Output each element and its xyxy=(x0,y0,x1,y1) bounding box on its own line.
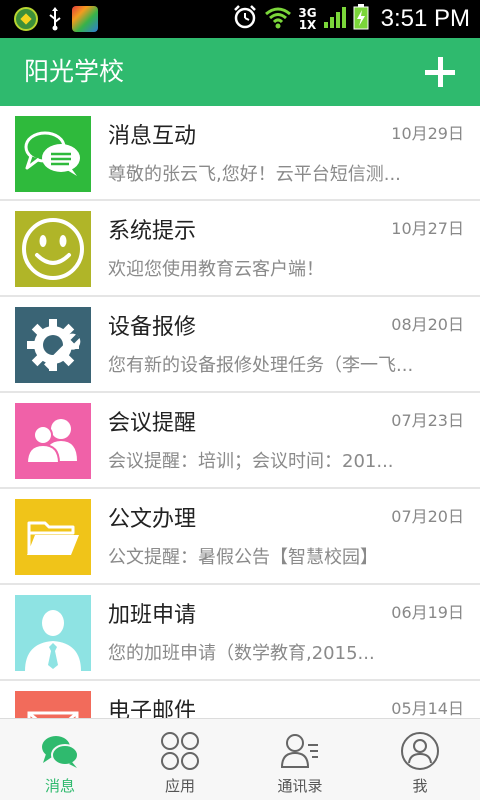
message-title: 设备报修 xyxy=(108,315,197,340)
chat-bubbles-icon xyxy=(15,116,91,192)
page-title: 阳光学校 xyxy=(24,57,125,86)
wifi-icon xyxy=(264,4,292,34)
message-item-meeting[interactable]: 会议提醒 07月23日 会议提醒：培训；会议时间：201... xyxy=(0,393,480,489)
tab-contacts[interactable]: 通讯录 xyxy=(240,719,360,800)
message-date: 06月19日 xyxy=(391,603,464,622)
message-item-repair[interactable]: 设备报修 08月20日 您有新的设备报修处理任务（李一飞... xyxy=(0,297,480,393)
battery-charging-icon xyxy=(353,4,369,34)
chat-icon xyxy=(40,731,80,771)
smiley-icon xyxy=(15,211,91,287)
message-item-system[interactable]: 系统提示 10月27日 欢迎您使用教育云客户端！ xyxy=(0,201,480,297)
message-date: 08月20日 xyxy=(391,315,464,334)
folder-icon xyxy=(15,499,91,575)
network-type: 3G 1X xyxy=(298,7,316,31)
tab-label: 通讯录 xyxy=(277,777,323,795)
message-title: 消息互动 xyxy=(108,124,197,149)
bottom-nav: 消息 应用 通讯录 我 xyxy=(0,718,480,800)
status-bar: 3G 1X 3:51 PM xyxy=(0,0,480,38)
message-date: 07月23日 xyxy=(391,411,464,430)
tab-label: 消息 xyxy=(44,777,75,795)
profile-icon xyxy=(400,731,440,771)
message-title: 电子邮件 xyxy=(108,699,197,718)
message-preview: 尊敬的张云飞,您好！云平台短信测... xyxy=(108,164,401,185)
message-item-email[interactable]: 电子邮件 05月14日 xyxy=(0,681,480,718)
message-title: 会议提醒 xyxy=(108,411,197,436)
message-preview: 您的加班申请（数学教育,2015... xyxy=(108,643,375,664)
message-list[interactable]: 消息互动 10月29日 尊敬的张云飞,您好！云平台短信测... 系统提示 10月… xyxy=(0,106,480,718)
people-icon xyxy=(15,403,91,479)
tab-messages[interactable]: 消息 xyxy=(0,719,120,800)
network-type-bottom: 1X xyxy=(298,18,317,32)
tab-label: 我 xyxy=(412,777,428,795)
app-header: 阳光学校 xyxy=(0,38,480,106)
message-item-document[interactable]: 公文办理 07月20日 公文提醒：暑假公告【智慧校园】 xyxy=(0,489,480,585)
gear-wrench-icon xyxy=(15,307,91,383)
tab-apps[interactable]: 应用 xyxy=(120,719,240,800)
message-item-overtime[interactable]: 加班申请 06月19日 您的加班申请（数学教育,2015... xyxy=(0,585,480,681)
usb-icon xyxy=(48,7,62,31)
alarm-icon xyxy=(232,4,258,34)
contacts-icon xyxy=(280,731,320,771)
message-date: 07月20日 xyxy=(391,507,464,526)
message-date: 10月27日 xyxy=(391,219,464,238)
message-title: 公文办理 xyxy=(108,507,197,532)
message-preview: 您有新的设备报修处理任务（李一飞... xyxy=(108,355,414,376)
message-date: 10月29日 xyxy=(391,124,464,143)
status-bar-system: 3G 1X 3:51 PM xyxy=(232,0,470,38)
status-bar-notifications xyxy=(14,6,98,32)
message-preview: 公文提醒：暑假公告【智慧校园】 xyxy=(108,547,378,568)
message-title: 加班申请 xyxy=(108,603,197,628)
mail-icon xyxy=(15,691,91,718)
signal-icon xyxy=(323,5,347,33)
person-tie-icon xyxy=(15,595,91,671)
add-button[interactable] xyxy=(416,48,464,96)
clock: 3:51 PM xyxy=(380,5,470,32)
message-date: 05月14日 xyxy=(391,699,464,718)
message-preview: 会议提醒：培训；会议时间：201... xyxy=(108,451,394,472)
app-screen: 3G 1X 3:51 PM 阳光学校 消息互动 10月29日 尊敬的张云飞,您好… xyxy=(0,0,480,800)
apps-grid-icon xyxy=(160,731,200,771)
tab-me[interactable]: 我 xyxy=(360,719,480,800)
message-title: 系统提示 xyxy=(108,219,197,244)
tab-label: 应用 xyxy=(164,777,195,795)
app-badge-icon xyxy=(14,7,38,31)
message-item-interaction[interactable]: 消息互动 10月29日 尊敬的张云飞,您好！云平台短信测... xyxy=(0,106,480,201)
message-preview: 欢迎您使用教育云客户端！ xyxy=(108,259,324,280)
app-store-icon xyxy=(72,6,98,32)
